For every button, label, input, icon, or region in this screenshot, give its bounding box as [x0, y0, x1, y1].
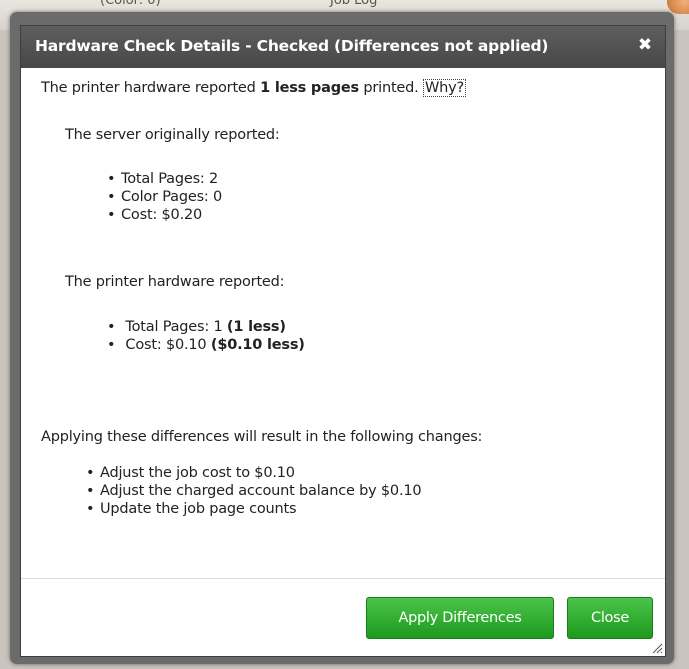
server-heading: The server originally reported:	[65, 127, 280, 143]
intro-prefix: The printer hardware reported	[41, 80, 256, 96]
list-item: Adjust the job cost to $0.10	[86, 464, 421, 482]
changes-heading: Applying these differences will result i…	[41, 429, 483, 445]
printer-heading: The printer hardware reported:	[65, 274, 285, 290]
dialog-title-bar[interactable]: Hardware Check Details - Checked (Differ…	[21, 26, 665, 68]
resize-grip-icon[interactable]	[651, 642, 663, 654]
list-item: Total Pages: 1 (1 less)	[107, 318, 305, 336]
apply-differences-button[interactable]: Apply Differences	[366, 597, 554, 639]
list-item: Cost: $0.20	[107, 206, 222, 224]
list-item: Adjust the charged account balance by $0…	[86, 482, 422, 500]
background-text: Job Log	[330, 0, 378, 8]
list-item: Cost: $0.10 ($0.10 less)	[107, 336, 305, 354]
dialog-title: Hardware Check Details - Checked (Differ…	[35, 37, 549, 55]
background-text: (Color: 0)	[100, 0, 161, 8]
changes-list: Adjust the job cost to $0.10 Adjust the …	[86, 464, 422, 518]
close-icon[interactable]: ✖	[635, 34, 655, 56]
close-button[interactable]: Close	[567, 597, 653, 639]
why-link[interactable]: Why?	[423, 79, 467, 97]
list-item: Color Pages: 0	[107, 188, 222, 206]
printer-list: Total Pages: 1 (1 less) Cost: $0.10 ($0.…	[107, 318, 305, 354]
hardware-check-dialog: Hardware Check Details - Checked (Differ…	[20, 25, 666, 657]
intro-suffix: printed.	[363, 80, 419, 96]
intro-bold: 1 less pages	[260, 80, 359, 96]
server-list: Total Pages: 2 Color Pages: 0 Cost: $0.2…	[107, 170, 222, 224]
intro-text: The printer hardware reported 1 less pag…	[41, 79, 467, 97]
footer-divider	[21, 578, 665, 579]
list-item: Update the job page counts	[86, 500, 421, 518]
list-item: Total Pages: 2	[107, 170, 222, 188]
